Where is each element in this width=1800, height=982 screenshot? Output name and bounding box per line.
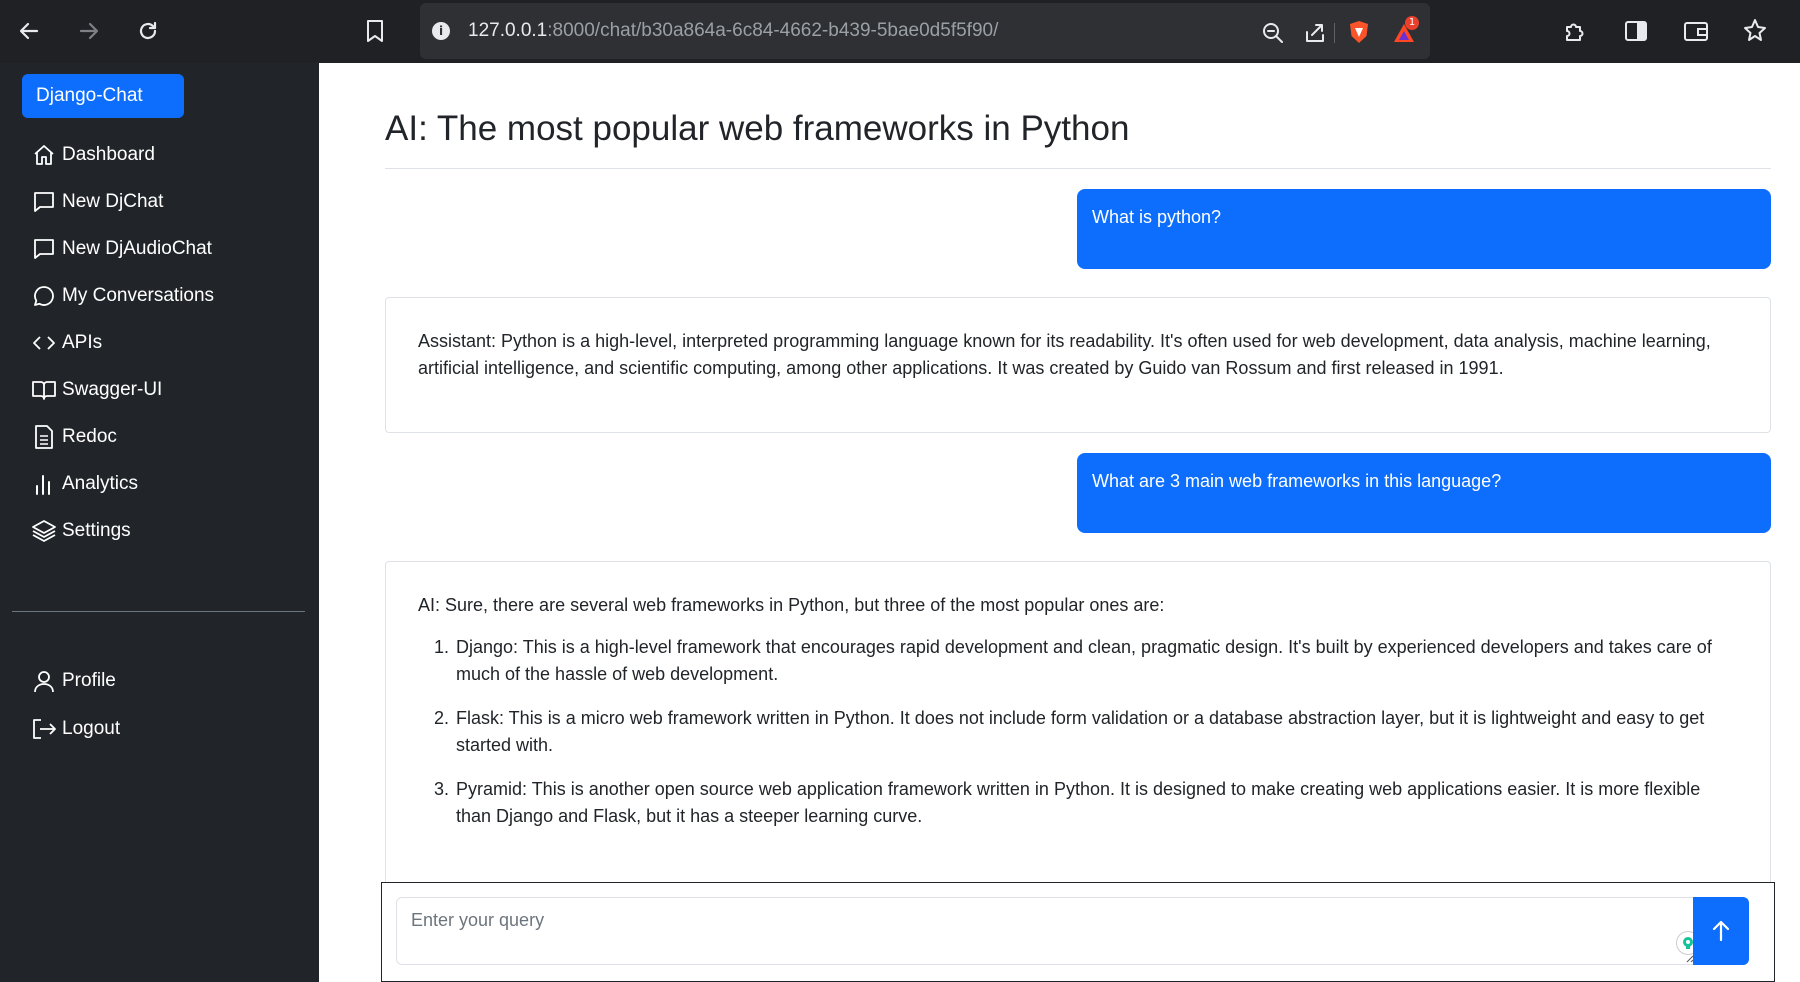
bookmark-icon	[367, 20, 383, 42]
sidebar-item-label: New DjAudioChat	[62, 238, 212, 259]
page-title: AI: The most popular web frameworks in P…	[385, 109, 1130, 148]
sidebar-item-label: Dashboard	[62, 144, 155, 165]
sidebar-divider	[12, 611, 305, 612]
sidebar-item-label: Settings	[62, 520, 131, 541]
puzzle-icon	[1566, 23, 1584, 41]
sidebar-item-redoc[interactable]: Redoc	[30, 420, 117, 454]
sidebar-item-label: Swagger-UI	[62, 379, 163, 400]
sidebar-item-label: Logout	[62, 718, 121, 739]
list-item: Flask: This is a micro web framework wri…	[454, 705, 1738, 759]
sidebar-item-label: My Conversations	[62, 285, 215, 306]
person-icon	[30, 667, 58, 695]
code-icon	[30, 329, 58, 357]
sidebar-item-new-djchat[interactable]: New DjChat	[30, 185, 163, 219]
address-bar[interactable]: i 127.0.0.1:8000/chat/b30a864a-6c84-4662…	[420, 3, 1430, 59]
reload-icon	[139, 21, 157, 40]
chat-main: AI: The most popular web frameworks in P…	[319, 63, 1800, 982]
chat-bubble-icon	[30, 282, 58, 310]
sidebar-item-analytics[interactable]: Analytics	[30, 467, 138, 501]
chat-square-icon	[30, 188, 58, 216]
document-icon	[30, 423, 58, 451]
sidebar-toggle-button[interactable]	[1619, 14, 1653, 48]
sidebar-item-settings[interactable]: Settings	[30, 514, 131, 548]
zoom-icon[interactable]	[1262, 22, 1284, 44]
assistant-message: AI: Sure, there are several web framewor…	[385, 561, 1771, 891]
site-info-icon[interactable]: i	[432, 22, 450, 40]
query-form: G	[381, 882, 1775, 982]
assistant-message: Assistant: Python is a high-level, inter…	[385, 297, 1771, 433]
sidebar-item-swagger-ui[interactable]: Swagger-UI	[30, 373, 162, 407]
sidebar-panel-icon	[1625, 21, 1647, 41]
chat-square-icon	[30, 235, 58, 263]
arrow-up-icon	[1712, 920, 1730, 942]
back-button[interactable]	[12, 14, 46, 48]
sidebar-item-logout[interactable]: Logout	[30, 712, 120, 746]
title-divider	[385, 168, 1771, 169]
list-item: Django: This is a high-level framework t…	[454, 634, 1738, 688]
send-button[interactable]	[1693, 897, 1749, 965]
brave-shield-icon[interactable]	[1348, 20, 1370, 44]
toolbar-separator	[1334, 23, 1335, 43]
framework-list: Django: This is a high-level framework t…	[418, 634, 1738, 830]
sidebar-item-my-conversations[interactable]: My Conversations	[30, 279, 214, 313]
book-icon	[30, 376, 58, 404]
sidebar-item-label: Analytics	[62, 473, 139, 494]
leo-ai-button[interactable]	[1739, 14, 1773, 48]
extensions-button[interactable]	[1558, 14, 1592, 48]
sidebar-item-apis[interactable]: APIs	[30, 326, 102, 360]
house-icon	[30, 141, 58, 169]
wallet-button[interactable]	[1679, 14, 1713, 48]
rewards-badge: 1	[1405, 16, 1419, 30]
logout-icon	[30, 715, 58, 743]
user-message: What is python?	[1077, 189, 1771, 269]
share-icon[interactable]	[1304, 22, 1326, 44]
query-input[interactable]	[396, 897, 1702, 965]
browser-toolbar: i 127.0.0.1:8000/chat/b30a864a-6c84-4662…	[0, 0, 1800, 63]
user-message: What are 3 main web frameworks in this l…	[1077, 453, 1771, 533]
sidebar: Django-Chat Dashboard New DjChat New DjA…	[0, 63, 319, 982]
arrow-right-icon	[79, 22, 99, 40]
assistant-message-intro: AI: Sure, there are several web framewor…	[418, 595, 1165, 615]
arrow-left-icon	[19, 22, 39, 40]
forward-button[interactable]	[72, 14, 106, 48]
sidebar-item-label: Redoc	[62, 426, 117, 447]
bar-chart-icon	[30, 470, 58, 498]
sidebar-item-new-djaudiochat[interactable]: New DjAudioChat	[30, 232, 212, 266]
layers-icon	[30, 517, 58, 545]
sparkle-star-icon	[1744, 19, 1766, 41]
bookmark-button[interactable]	[358, 14, 392, 48]
brand-button[interactable]: Django-Chat	[22, 74, 184, 118]
sidebar-item-label: APIs	[62, 332, 103, 353]
url-text[interactable]: 127.0.0.1:8000/chat/b30a864a-6c84-4662-b…	[468, 20, 998, 42]
sidebar-item-profile[interactable]: Profile	[30, 664, 116, 698]
wallet-icon	[1684, 22, 1708, 41]
assistant-message-text: Assistant: Python is a high-level, inter…	[418, 331, 1711, 378]
sidebar-item-label: Profile	[62, 670, 116, 691]
list-item: Pyramid: This is another open source web…	[454, 776, 1738, 830]
sidebar-item-dashboard[interactable]: Dashboard	[30, 138, 155, 172]
reload-button[interactable]	[131, 14, 165, 48]
sidebar-item-label: New DjChat	[62, 191, 164, 212]
